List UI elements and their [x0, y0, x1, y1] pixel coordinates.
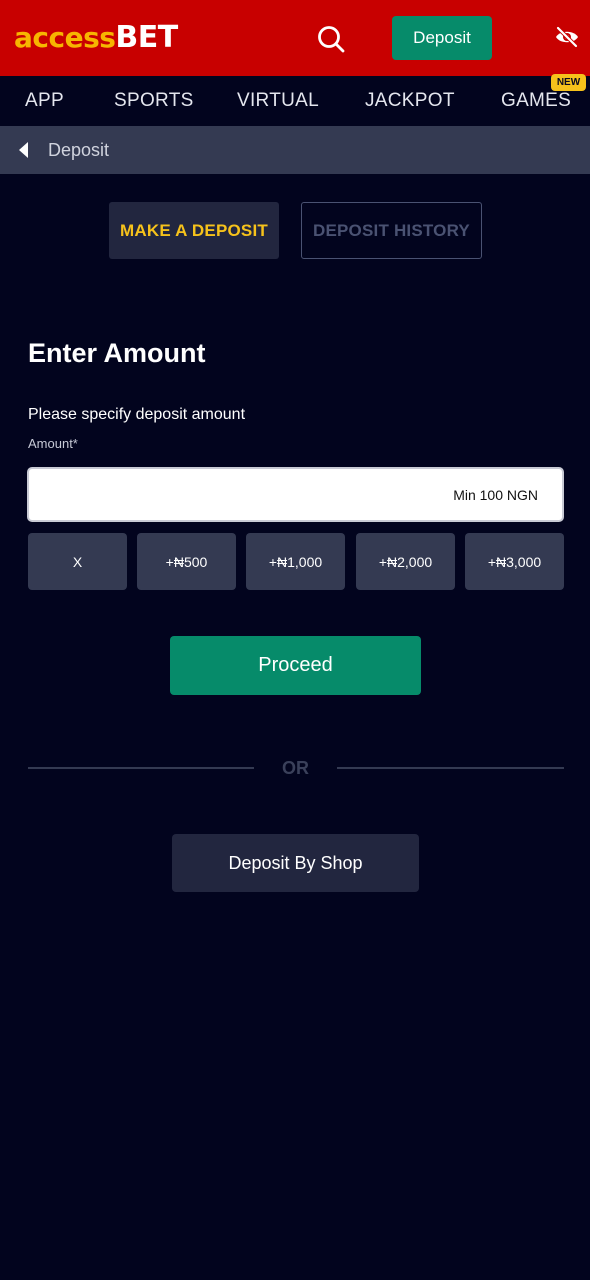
- amount-input[interactable]: [29, 469, 562, 520]
- tab-make-deposit[interactable]: MAKE A DEPOSIT: [109, 202, 279, 259]
- quick-amount-2000-button[interactable]: +₦2,000: [356, 533, 455, 590]
- divider-right: [337, 767, 564, 769]
- nav-item-app[interactable]: APP: [25, 90, 64, 112]
- breadcrumb-label: Deposit: [48, 140, 110, 160]
- amount-field-container: [27, 467, 564, 522]
- nav-item-sports[interactable]: SPORTS: [114, 90, 194, 112]
- nav-item-games[interactable]: GAMES: [501, 90, 571, 112]
- main-nav: APP SPORTS VIRTUAL JACKPOT GAMES: [0, 76, 590, 126]
- chevron-left-icon[interactable]: [16, 140, 30, 160]
- quick-amount-3000-button[interactable]: +₦3,000: [465, 533, 564, 590]
- nav-item-jackpot[interactable]: JACKPOT: [365, 90, 455, 112]
- breadcrumb: Deposit: [0, 126, 590, 174]
- top-header: access BET Deposit: [0, 0, 590, 76]
- deposit-by-shop-button[interactable]: Deposit By Shop: [172, 834, 419, 892]
- quick-amount-1000-button[interactable]: +₦1,000: [246, 533, 345, 590]
- accessbet-logo[interactable]: access BET: [14, 20, 178, 55]
- form-subtitle: Please specify deposit amount: [28, 406, 246, 423]
- search-icon[interactable]: [316, 24, 346, 54]
- page-title: Enter Amount: [28, 338, 206, 368]
- logo-text-access: access: [14, 21, 116, 54]
- new-badge: NEW: [551, 74, 586, 91]
- logo-text-bet: BET: [115, 20, 178, 55]
- quick-amount-500-button[interactable]: +₦500: [137, 533, 236, 590]
- divider-left: [28, 767, 254, 769]
- tab-deposit-history[interactable]: DEPOSIT HISTORY: [301, 202, 482, 259]
- nav-item-virtual[interactable]: VIRTUAL: [237, 90, 319, 112]
- eye-off-icon[interactable]: [554, 25, 580, 49]
- amount-label: Amount*: [28, 436, 78, 451]
- or-separator: OR: [282, 758, 309, 778]
- clear-amount-button[interactable]: X: [28, 533, 127, 590]
- header-deposit-button[interactable]: Deposit: [392, 16, 492, 60]
- proceed-button[interactable]: Proceed: [170, 636, 421, 695]
